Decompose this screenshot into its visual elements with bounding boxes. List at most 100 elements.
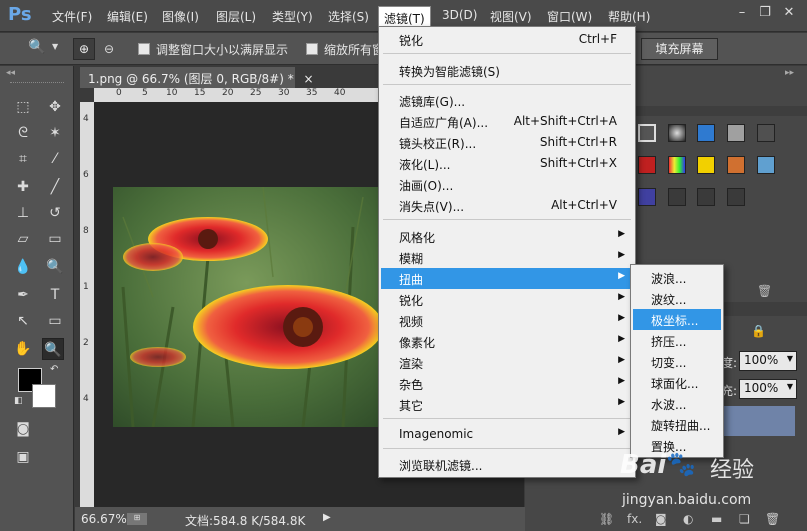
dodge-tool-icon[interactable]: 🔍: [44, 256, 66, 278]
status-menu-arrow-icon[interactable]: ▶: [323, 512, 331, 523]
style-swatch[interactable]: [727, 188, 745, 206]
menu-item-other[interactable]: 其它 ▶: [381, 394, 633, 415]
zoom-tool-icon[interactable]: 🔍: [28, 39, 50, 59]
close-window-icon[interactable]: ✕: [780, 4, 798, 22]
expand-panels-icon[interactable]: ▸▸: [785, 68, 794, 78]
stamp-tool-icon[interactable]: ⊥: [12, 202, 34, 224]
chevron-down-icon[interactable]: ▼: [787, 382, 793, 391]
style-swatch[interactable]: [697, 124, 715, 142]
link-layers-icon[interactable]: ⛓: [599, 512, 614, 526]
hand-tool-icon[interactable]: ✋: [12, 338, 34, 360]
menu-item-distort[interactable]: 扭曲 ▶: [381, 268, 633, 289]
menu-item-stylize[interactable]: 风格化 ▶: [381, 226, 633, 247]
history-brush-icon[interactable]: ↺: [44, 202, 66, 224]
style-swatch[interactable]: [668, 156, 686, 174]
opacity-field[interactable]: 100% ▼: [739, 351, 797, 371]
lasso-tool-icon[interactable]: ᘓ: [12, 122, 34, 144]
style-swatch[interactable]: [727, 156, 745, 174]
style-swatch[interactable]: [668, 188, 686, 206]
menu-item-browse-online-filters[interactable]: 浏览联机滤镜...: [381, 454, 633, 475]
shape-tool-icon[interactable]: ▭: [44, 310, 66, 332]
style-swatch[interactable]: [697, 156, 715, 174]
style-swatch[interactable]: [638, 156, 656, 174]
background-color-swatch[interactable]: [32, 384, 56, 408]
menu-layer[interactable]: 图层(L): [216, 8, 256, 26]
fill-screen-button[interactable]: 填充屏幕: [641, 38, 718, 60]
move-tool-icon[interactable]: ✥: [44, 96, 66, 118]
submenu-item-ripple[interactable]: 波纹...: [633, 288, 721, 309]
brush-tool-icon[interactable]: ╱: [44, 176, 66, 198]
delete-style-icon[interactable]: 🗑: [757, 284, 772, 298]
eraser-icon[interactable]: ▱: [12, 228, 34, 250]
submenu-item-wave[interactable]: 波浪...: [633, 267, 721, 288]
menu-view[interactable]: 视图(V): [490, 8, 532, 26]
minimize-icon[interactable]: –: [733, 4, 751, 22]
menu-item-adaptive-wide-angle[interactable]: 自适应广角(A)... Alt+Shift+Ctrl+A: [381, 111, 633, 132]
style-swatch[interactable]: [697, 188, 715, 206]
lock-icon[interactable]: 🔒: [751, 324, 766, 338]
submenu-item-polar-coordinates[interactable]: 极坐标...: [633, 309, 721, 330]
zoom-level[interactable]: 66.67%: [81, 512, 127, 526]
submenu-item-spherize[interactable]: 球面化...: [633, 372, 721, 393]
style-swatch[interactable]: [638, 124, 656, 142]
submenu-item-twirl[interactable]: 旋转扭曲...: [633, 414, 721, 435]
status-preview-icon[interactable]: ⊞: [127, 513, 147, 525]
style-swatch[interactable]: [638, 188, 656, 206]
resize-windows-checkbox[interactable]: [138, 43, 150, 55]
menu-item-filter-gallery[interactable]: 滤镜库(G)...: [381, 90, 633, 111]
magic-wand-icon[interactable]: ✶: [44, 122, 66, 144]
menu-item-convert-smart-filter[interactable]: 转换为智能滤镜(S): [381, 60, 633, 81]
style-swatch[interactable]: [727, 124, 745, 142]
chevron-down-icon[interactable]: ▼: [787, 354, 793, 363]
menu-item-vanishing-point[interactable]: 消失点(V)... Alt+Ctrl+V: [381, 195, 633, 216]
menu-edit[interactable]: 编辑(E): [107, 8, 148, 26]
menu-item-sharpen[interactable]: 锐化 ▶: [381, 289, 633, 310]
menu-item-imagenomic[interactable]: Imagenomic ▶: [381, 424, 633, 445]
gradient-icon[interactable]: ▭: [44, 228, 66, 250]
submenu-item-zigzag[interactable]: 水波...: [633, 393, 721, 414]
healing-brush-icon[interactable]: ✚: [12, 176, 34, 198]
menu-file[interactable]: 文件(F): [52, 8, 92, 26]
flower-photo[interactable]: [113, 187, 380, 427]
submenu-item-pinch[interactable]: 挤压...: [633, 330, 721, 351]
default-colors-icon[interactable]: ◧: [14, 396, 23, 406]
collapse-icon[interactable]: ◂◂: [6, 68, 15, 78]
eyedropper-icon[interactable]: ⁄: [44, 148, 66, 170]
menu-item-render[interactable]: 渲染 ▶: [381, 352, 633, 373]
style-swatch[interactable]: [668, 124, 686, 142]
menu-window[interactable]: 窗口(W): [547, 8, 592, 26]
menu-item-video[interactable]: 视频 ▶: [381, 310, 633, 331]
swap-colors-icon[interactable]: ↶: [50, 364, 58, 375]
menu-select[interactable]: 选择(S): [328, 8, 369, 26]
menu-item-lens-correction[interactable]: 镜头校正(R)... Shift+Ctrl+R: [381, 132, 633, 153]
menu-3d[interactable]: 3D(D): [442, 8, 477, 26]
menu-item-pixelate[interactable]: 像素化 ▶: [381, 331, 633, 352]
chevron-down-icon[interactable]: ▼: [52, 42, 58, 51]
close-tab-icon[interactable]: ×: [304, 72, 314, 86]
menu-image[interactable]: 图像(I): [162, 8, 199, 26]
pen-tool-icon[interactable]: ✒: [12, 284, 34, 306]
menu-item-liquify[interactable]: 液化(L)... Shift+Ctrl+X: [381, 153, 633, 174]
submenu-item-shear[interactable]: 切变...: [633, 351, 721, 372]
type-tool-icon[interactable]: T: [44, 284, 66, 306]
menu-type[interactable]: 类型(Y): [272, 8, 313, 26]
menu-filter[interactable]: 滤镜(T): [378, 6, 431, 28]
menu-help[interactable]: 帮助(H): [608, 8, 650, 26]
menu-item-oil-paint[interactable]: 油画(O)...: [381, 174, 633, 195]
zoom-tool-selected-icon[interactable]: 🔍: [42, 338, 64, 360]
fill-field[interactable]: 100% ▼: [739, 379, 797, 399]
restore-icon[interactable]: ❐: [756, 4, 774, 22]
menu-item-last-filter[interactable]: 锐化 Ctrl+F: [381, 29, 633, 50]
quick-mask-icon[interactable]: ◙: [12, 418, 34, 440]
style-swatch[interactable]: [757, 156, 775, 174]
menu-item-blur[interactable]: 模糊 ▶: [381, 247, 633, 268]
marquee-tool-icon[interactable]: ⬚: [12, 96, 34, 118]
zoom-out-icon[interactable]: ⊖: [98, 38, 120, 60]
zoom-all-checkbox[interactable]: [306, 43, 318, 55]
crop-tool-icon[interactable]: ⌗: [12, 148, 34, 170]
screen-mode-icon[interactable]: ▣: [12, 446, 34, 468]
document-tab[interactable]: 1.png @ 66.7% (图层 0, RGB/8#) * ×: [80, 67, 314, 88]
style-swatch[interactable]: [757, 124, 775, 142]
blur-tool-icon[interactable]: 💧: [12, 256, 34, 278]
path-select-icon[interactable]: ↖: [12, 310, 34, 332]
